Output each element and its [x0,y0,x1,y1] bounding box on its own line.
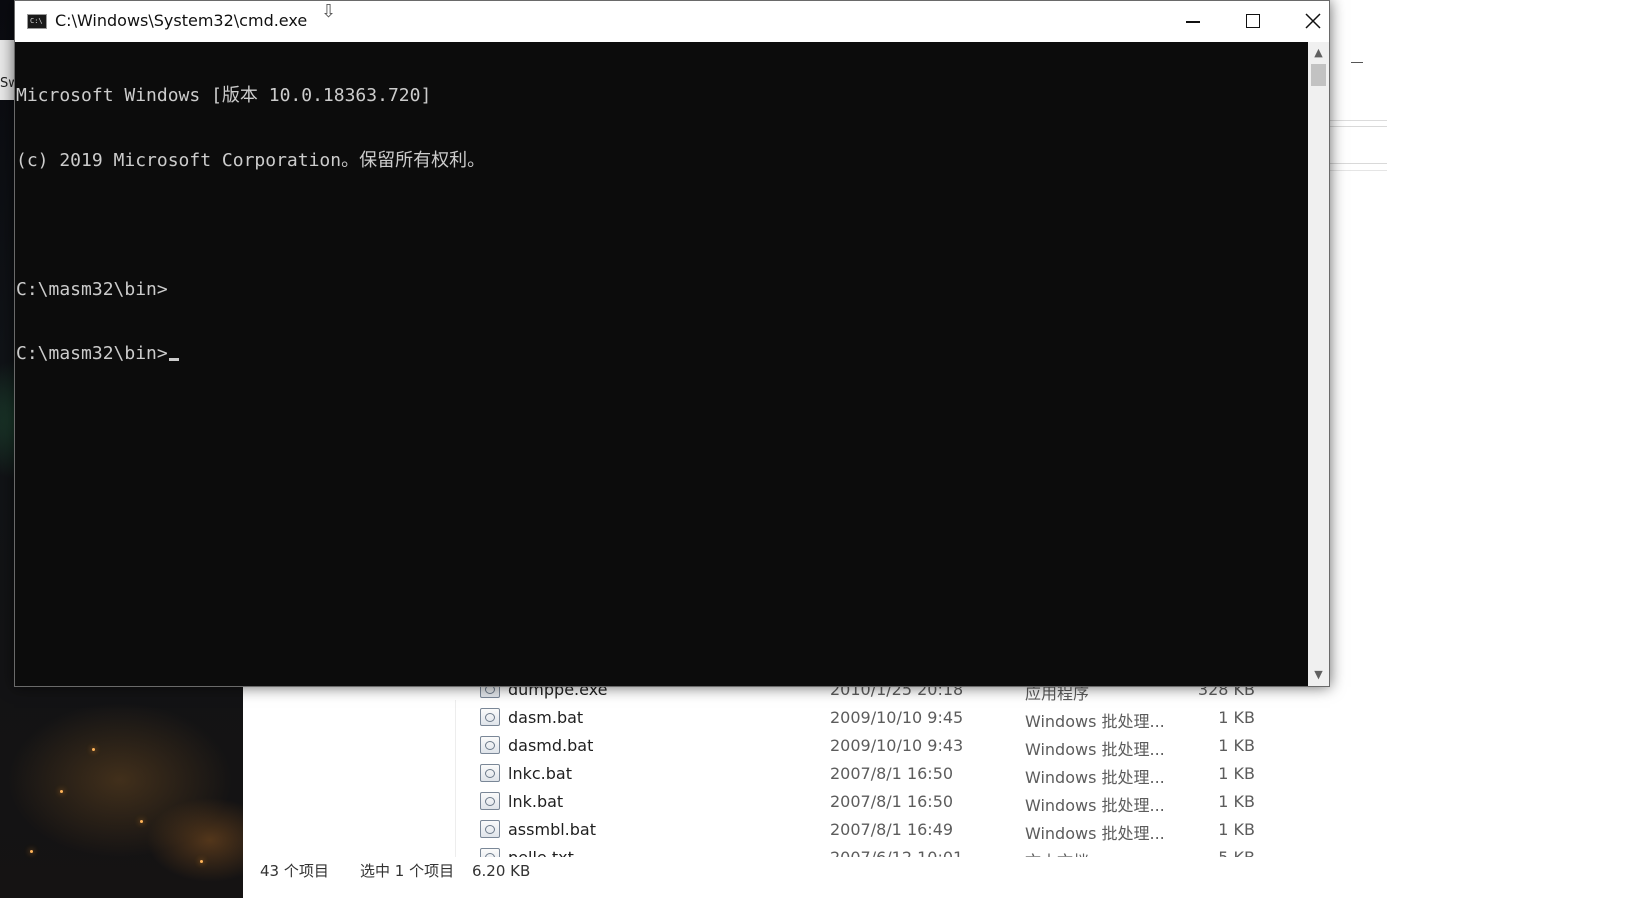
batch-file-icon [480,820,500,838]
title-bar[interactable]: C:\ C:\Windows\System32\cmd.exe ⇩ [15,1,1329,42]
file-size: 1 KB [1218,736,1255,755]
mouse-cursor-icon: ⇩ [321,1,337,22]
cmd-window[interactable]: C:\ C:\Windows\System32\cmd.exe ⇩ Micros… [14,0,1330,687]
explorer-minimize-button[interactable] [1351,62,1363,63]
file-type: Windows 批处理... [1025,824,1165,843]
window-title: C:\Windows\System32\cmd.exe [55,11,308,30]
close-button[interactable] [1282,1,1342,42]
file-name: lnkc.bat [508,764,572,783]
city-light [30,850,33,853]
city-light [200,860,203,863]
batch-file-icon [480,764,500,782]
file-size: 1 KB [1218,764,1255,783]
file-row[interactable]: lnk.bat 2007/8/1 16:50 Windows 批处理... 1 … [480,788,1280,816]
file-name: lnk.bat [508,792,564,811]
file-date: 2009/10/10 9:43 [830,736,964,755]
file-date: 2007/8/1 16:50 [830,764,954,783]
file-type: Windows 批处理... [1025,712,1165,731]
background-window-edge[interactable]: Sw [0,40,14,100]
city-light [60,790,63,793]
file-row[interactable]: dasmd.bat 2009/10/10 9:43 Windows 批处理...… [480,732,1280,760]
file-row[interactable]: dasm.bat 2009/10/10 9:45 Windows 批处理... … [480,704,1280,732]
city-light [92,748,95,751]
minimize-button[interactable] [1162,1,1222,42]
file-size: 1 KB [1218,820,1255,839]
scroll-down-icon[interactable]: ▼ [1308,664,1329,686]
file-name: dasmd.bat [508,736,594,755]
text-caret [168,358,179,361]
file-name: assmbl.bat [508,820,596,839]
file-size: 1 KB [1218,792,1255,811]
background-window-label: Sw [0,76,14,91]
maximize-button[interactable] [1222,1,1282,42]
console-line: Microsoft Windows [版本 10.0.18363.720] [16,85,432,106]
file-row[interactable]: lnkc.bat 2007/8/1 16:50 Windows 批处理... 1… [480,760,1280,788]
file-type: Windows 批处理... [1025,768,1165,787]
console-line: (c) 2019 Microsoft Corporation。保留所有权利。 [16,149,486,171]
batch-file-icon [480,736,500,754]
selection-count: 选中 1 个项目 [360,862,455,880]
scroll-up-icon[interactable]: ▲ [1308,42,1329,64]
vertical-scrollbar[interactable]: ▲ ▼ [1308,42,1329,686]
close-icon [1305,13,1321,29]
batch-file-icon [480,708,500,726]
batch-file-icon [480,792,500,810]
console-prompt: C:\masm32\bin> [16,343,168,364]
city-light [140,820,143,823]
file-name: dasm.bat [508,708,584,727]
cmd-icon[interactable]: C:\ [27,14,47,29]
file-row[interactable]: assmbl.bat 2007/8/1 16:49 Windows 批处理...… [480,816,1280,844]
item-count: 43 个项目 [260,862,329,880]
selection-size: 6.20 KB [472,862,531,880]
divider [455,700,456,870]
prompt-line[interactable]: C:\masm32\bin> [16,343,1308,365]
file-size: 1 KB [1218,708,1255,727]
file-date: 2007/8/1 16:49 [830,820,954,839]
scrollbar-thumb[interactable] [1311,64,1326,86]
console-line: C:\masm32\bin> [16,278,168,300]
file-type: Windows 批处理... [1025,796,1165,815]
console-output[interactable]: Microsoft Windows [版本 10.0.18363.720] (c… [15,42,1308,686]
file-type: Windows 批处理... [1025,740,1165,759]
file-date: 2009/10/10 9:45 [830,708,964,727]
status-bar: 43 个项目 选中 1 个项目 6.20 KB [243,857,1630,885]
file-date: 2007/8/1 16:50 [830,792,954,811]
